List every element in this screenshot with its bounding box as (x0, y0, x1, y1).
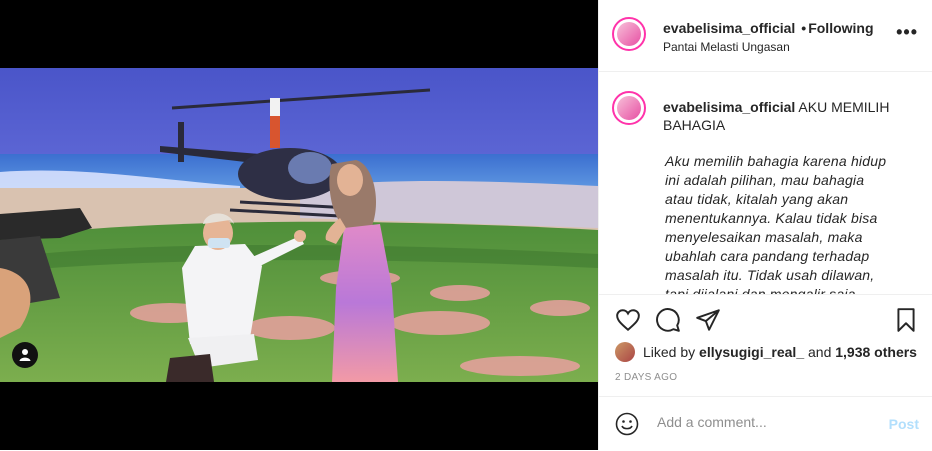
post-photo-image (0, 68, 598, 382)
bookmark-icon[interactable] (893, 307, 919, 333)
post-comment-button[interactable]: Post (889, 416, 919, 432)
tagged-users-button[interactable] (12, 342, 38, 368)
caption-body: Aku memilih bahagia karena hidup ini ada… (665, 153, 887, 294)
heart-icon[interactable] (615, 307, 641, 333)
follow-status-button[interactable]: Following (808, 20, 873, 36)
liked-by-user[interactable]: ellysugigi_real_ (699, 344, 804, 360)
share-icon[interactable] (695, 307, 721, 333)
comment-input[interactable] (655, 413, 879, 431)
post-media (0, 0, 598, 450)
user-icon (19, 349, 31, 361)
author-username[interactable]: evabelisima_official (663, 20, 795, 36)
caption-username[interactable]: evabelisima_official (663, 99, 795, 115)
likes-summary: Liked by ellysugigi_real_ and 1,938 othe… (615, 342, 917, 362)
post-photo[interactable] (0, 68, 598, 382)
liked-by-prefix: Liked by (643, 344, 696, 360)
comment-composer: Post (599, 396, 932, 451)
comment-icon[interactable] (655, 307, 681, 333)
post-details-panel: evabelisima_official • Following Pantai Me… (598, 0, 932, 450)
author-line: evabelisima_official • Following (663, 20, 874, 36)
separator-dot: • (801, 20, 807, 36)
action-bar (599, 294, 932, 343)
author-avatar[interactable] (612, 17, 646, 51)
likes-others-link[interactable]: 1,938 others (835, 344, 917, 360)
liked-by-and: and (808, 344, 832, 360)
caption-header: evabelisima_official AKU MEMILIH BAHAGIA (663, 98, 903, 134)
caption-avatar[interactable] (612, 91, 646, 125)
post-timestamp[interactable]: 2 DAYS AGO (615, 372, 677, 383)
post-header: evabelisima_official • Following Pantai Me… (599, 0, 932, 72)
comments-section[interactable]: evabelisima_official AKU MEMILIH BAHAGIA… (599, 72, 932, 294)
more-options-icon[interactable]: ••• (896, 22, 918, 43)
post-location[interactable]: Pantai Melasti Ungasan (663, 40, 790, 54)
liker-avatar[interactable] (615, 342, 635, 362)
emoji-icon[interactable] (615, 412, 639, 436)
